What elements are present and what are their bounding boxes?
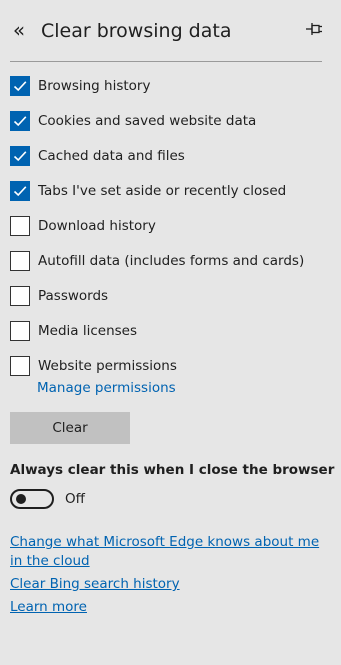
footer-links: Change what Microsoft Edge knows about m… bbox=[10, 533, 325, 617]
passwords-checkbox[interactable] bbox=[10, 286, 30, 306]
toggle-knob bbox=[16, 494, 26, 504]
always-clear-toggle-row: Off bbox=[10, 488, 85, 510]
checkmark-icon bbox=[13, 186, 27, 197]
pin-icon-graphic bbox=[306, 23, 322, 35]
checkmark-icon bbox=[13, 116, 27, 127]
option-label: Download history bbox=[38, 218, 156, 234]
option-passwords[interactable]: Passwords bbox=[10, 285, 330, 320]
option-label: Autofill data (includes forms and cards) bbox=[38, 253, 305, 269]
option-label: Tabs I've set aside or recently closed bbox=[38, 183, 287, 199]
back-icon[interactable]: « bbox=[10, 19, 28, 41]
clear-bing-history-link[interactable]: Clear Bing search history bbox=[10, 575, 325, 594]
option-browsing-history[interactable]: Browsing history bbox=[10, 75, 330, 110]
option-tabs-set-aside[interactable]: Tabs I've set aside or recently closed bbox=[10, 180, 330, 215]
page-title: Clear browsing data bbox=[41, 20, 232, 42]
checkmark-icon bbox=[13, 151, 27, 162]
browsing-history-checkbox[interactable] bbox=[10, 76, 30, 96]
panel-header: « Clear browsing data bbox=[0, 0, 341, 62]
option-label: Browsing history bbox=[38, 78, 151, 94]
edge-knows-link[interactable]: Change what Microsoft Edge knows about m… bbox=[10, 533, 320, 571]
header-divider bbox=[10, 61, 322, 62]
download-history-checkbox[interactable] bbox=[10, 216, 30, 236]
checkmark-icon bbox=[13, 81, 27, 92]
toggle-state-label: Off bbox=[65, 491, 85, 507]
media-licenses-checkbox[interactable] bbox=[10, 321, 30, 341]
option-download-history[interactable]: Download history bbox=[10, 215, 330, 250]
option-media-licenses[interactable]: Media licenses bbox=[10, 320, 330, 355]
data-options-list: Browsing history Cookies and saved websi… bbox=[10, 75, 330, 390]
manage-permissions-link[interactable]: Manage permissions bbox=[37, 378, 176, 398]
option-label: Passwords bbox=[38, 288, 109, 304]
option-label: Cookies and saved website data bbox=[38, 113, 257, 129]
website-permissions-checkbox[interactable] bbox=[10, 356, 30, 376]
learn-more-link[interactable]: Learn more bbox=[10, 598, 325, 617]
option-cached-data[interactable]: Cached data and files bbox=[10, 145, 330, 180]
pin-icon[interactable] bbox=[304, 20, 324, 38]
autofill-checkbox[interactable] bbox=[10, 251, 30, 271]
option-label: Media licenses bbox=[38, 323, 137, 339]
always-clear-heading: Always clear this when I close the brows… bbox=[10, 462, 335, 478]
option-autofill[interactable]: Autofill data (includes forms and cards) bbox=[10, 250, 330, 285]
cookies-checkbox[interactable] bbox=[10, 111, 30, 131]
option-cookies[interactable]: Cookies and saved website data bbox=[10, 110, 330, 145]
option-label: Website permissions bbox=[38, 358, 177, 374]
cached-data-checkbox[interactable] bbox=[10, 146, 30, 166]
always-clear-toggle[interactable] bbox=[10, 489, 54, 509]
clear-browsing-data-panel: « Clear browsing data Browsing history C… bbox=[0, 0, 341, 665]
clear-button[interactable]: Clear bbox=[10, 412, 130, 444]
option-label: Cached data and files bbox=[38, 148, 185, 164]
tabs-set-aside-checkbox[interactable] bbox=[10, 181, 30, 201]
